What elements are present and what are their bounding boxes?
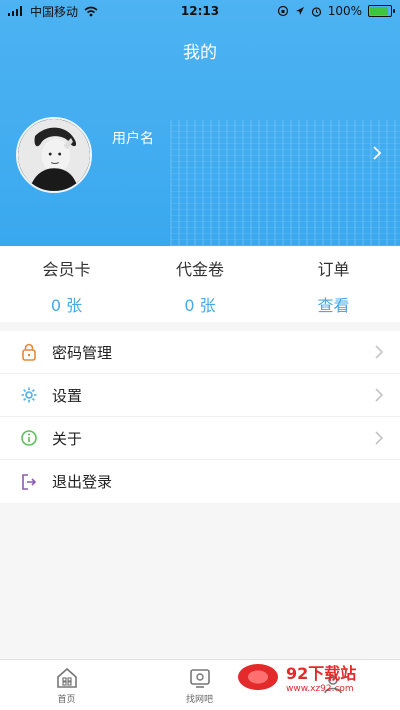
chevron-right-icon[interactable] (368, 144, 386, 162)
wifi-icon (84, 6, 98, 16)
stat-voucher[interactable]: 代金卷 0 张 (134, 246, 267, 322)
stat-membership-card[interactable]: 会员卡 0 张 (0, 246, 133, 322)
tab-label: 首页 (57, 694, 76, 705)
chevron-right-icon (375, 345, 384, 359)
menu-item-settings[interactable]: 设置 (0, 374, 400, 417)
avatar-image (18, 119, 90, 191)
tab-home[interactable]: 首页 (0, 660, 133, 710)
logout-icon (20, 473, 38, 491)
gear-icon (20, 386, 38, 404)
watermark-logo-icon (238, 664, 278, 690)
page-title: 我的 (183, 43, 217, 63)
menu-item-password[interactable]: 密码管理 (0, 331, 400, 374)
stat-value: 0 张 (50, 296, 83, 315)
battery-icon (368, 5, 395, 17)
status-right: 100% (277, 4, 395, 18)
home-icon (56, 667, 77, 688)
profile-header: 我的 用户名 (0, 0, 400, 246)
find-icon (189, 668, 210, 688)
tab-label: 找网吧 (185, 694, 213, 705)
settings-menu: 密码管理 设置 关于 退出登录 (0, 331, 400, 503)
location-icon (295, 7, 304, 15)
stat-value: 查看 (317, 296, 350, 315)
carrier-name: 中国移动 (30, 4, 79, 19)
menu-item-label: 密码管理 (52, 343, 113, 362)
chevron-right-icon (375, 431, 384, 445)
chevron-right-icon (375, 388, 384, 402)
stats-row: 会员卡 0 张 代金卷 0 张 订单 查看 (0, 246, 400, 322)
menu-item-about[interactable]: 关于 (0, 417, 400, 460)
alarm-icon (311, 6, 321, 17)
stat-orders[interactable]: 订单 查看 (267, 246, 400, 322)
menu-item-logout[interactable]: 退出登录 (0, 460, 400, 503)
stat-label: 代金卷 (175, 260, 224, 279)
menu-item-label: 关于 (52, 429, 83, 448)
stat-label: 会员卡 (42, 260, 91, 279)
menu-item-label: 退出登录 (52, 473, 113, 491)
menu-item-label: 设置 (52, 386, 83, 405)
username[interactable]: 用户名 (112, 128, 154, 148)
watermark: 92下载站 www.xz92.com (238, 658, 388, 696)
stat-label: 订单 (317, 260, 350, 279)
info-icon (20, 429, 38, 447)
stat-value: 0 张 (184, 296, 216, 315)
watermark-text: 92下载站 www.xz92.com (286, 660, 356, 694)
signal-icon (8, 6, 22, 16)
status-left: 中国移动 (8, 3, 98, 20)
watermark-url: www.xz92.com (286, 684, 354, 694)
lock-icon (20, 343, 38, 361)
battery-percent: 100% (327, 4, 362, 18)
orientation-lock-icon (277, 5, 288, 17)
watermark-title: 92下载站 (286, 664, 357, 683)
avatar[interactable] (16, 117, 92, 193)
status-bar: 中国移动 12:13 100% (0, 0, 400, 22)
